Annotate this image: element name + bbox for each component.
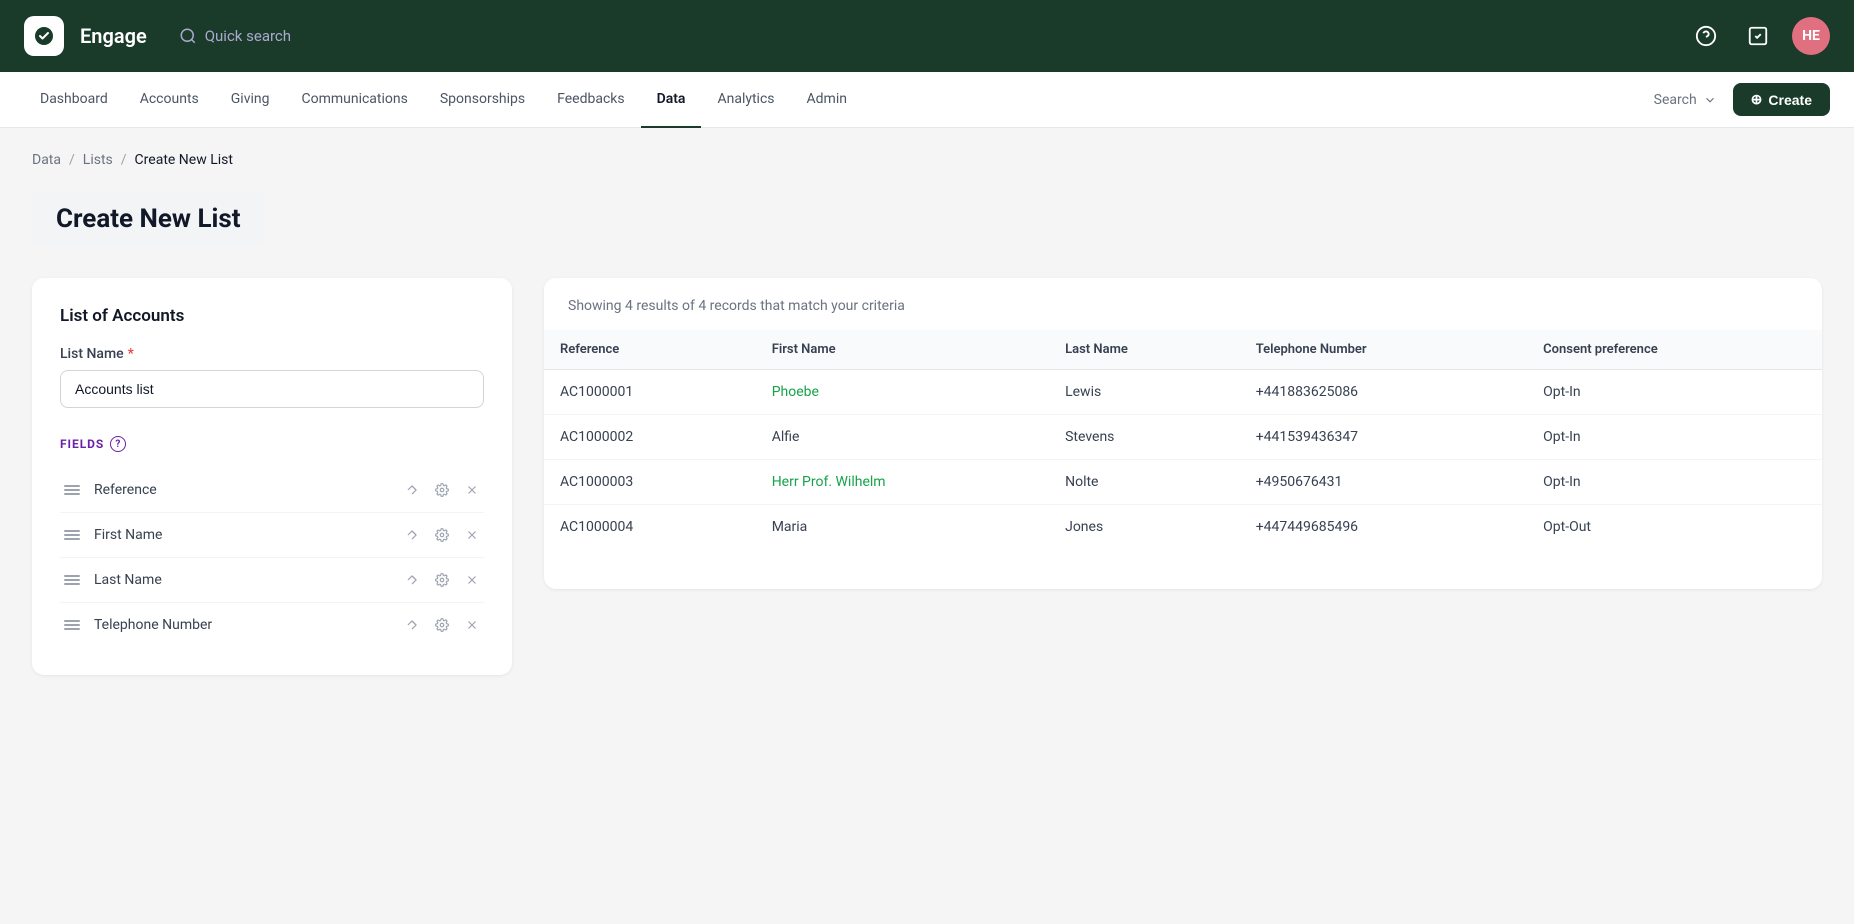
- cell-firstname-2: Alfie: [756, 415, 1049, 460]
- topbar: Engage Quick search HE: [0, 0, 1854, 72]
- field-row-telephone-number: Telephone Number: [60, 603, 484, 647]
- list-name-label: List Name *: [60, 346, 484, 362]
- remove-icon-first-name[interactable]: [460, 523, 484, 547]
- cell-consent-3: Opt-In: [1527, 460, 1822, 505]
- nav-item-data[interactable]: Data: [641, 72, 702, 128]
- sort-icon-telephone-number[interactable]: [400, 613, 424, 637]
- drag-handle-first-name[interactable]: [60, 528, 84, 542]
- field-row-last-name: Last Name: [60, 558, 484, 603]
- results-table: Reference First Name Last Name Telephone…: [544, 330, 1822, 549]
- cell-lastname-4: Jones: [1049, 505, 1240, 550]
- nav-item-communications[interactable]: Communications: [285, 72, 423, 128]
- settings-icon-first-name[interactable]: [430, 523, 454, 547]
- nav-search[interactable]: Search: [1654, 92, 1717, 108]
- cell-consent-4: Opt-Out: [1527, 505, 1822, 550]
- drag-handle-telephone-number[interactable]: [60, 618, 84, 632]
- col-header-first-name: First Name: [756, 330, 1049, 370]
- main-content: Data / Lists / Create New List Create Ne…: [0, 128, 1854, 699]
- remove-icon-last-name[interactable]: [460, 568, 484, 592]
- page-title: Create New List: [32, 192, 265, 246]
- cell-telephone-4: +447449685496: [1240, 505, 1527, 550]
- fields-label: FIELDS ?: [60, 436, 484, 452]
- field-actions-first-name: [400, 523, 484, 547]
- help-icon[interactable]: [1688, 18, 1724, 54]
- nav-item-admin[interactable]: Admin: [791, 72, 863, 128]
- results-summary: Showing 4 results of 4 records that matc…: [544, 278, 1822, 330]
- cell-consent-1: Opt-In: [1527, 370, 1822, 415]
- cell-lastname-1: Lewis: [1049, 370, 1240, 415]
- cell-telephone-3: +4950676431: [1240, 460, 1527, 505]
- remove-icon-reference[interactable]: [460, 478, 484, 502]
- cell-consent-2: Opt-In: [1527, 415, 1822, 460]
- field-name-last-name: Last Name: [94, 572, 390, 588]
- table-row: AC1000002 Alfie Stevens +441539436347 Op…: [544, 415, 1822, 460]
- panel-title: List of Accounts: [60, 306, 484, 326]
- breadcrumb-lists[interactable]: Lists: [83, 152, 113, 168]
- quick-search[interactable]: Quick search: [179, 27, 291, 45]
- field-actions-reference: [400, 478, 484, 502]
- table-row: AC1000001 Phoebe Lewis +441883625086 Opt…: [544, 370, 1822, 415]
- results-panel: Showing 4 results of 4 records that matc…: [544, 278, 1822, 589]
- nav-item-sponsorships[interactable]: Sponsorships: [424, 72, 541, 128]
- nav-item-feedbacks[interactable]: Feedbacks: [541, 72, 640, 128]
- cell-lastname-2: Stevens: [1049, 415, 1240, 460]
- content-grid: List of Accounts List Name * FIELDS ? Re…: [32, 278, 1822, 675]
- field-name-telephone-number: Telephone Number: [94, 617, 390, 633]
- drag-handle-last-name[interactable]: [60, 573, 84, 587]
- topbar-icons: HE: [1688, 17, 1830, 55]
- cell-telephone-1: +441883625086: [1240, 370, 1527, 415]
- fields-help-icon[interactable]: ?: [110, 436, 126, 452]
- sort-icon-last-name[interactable]: [400, 568, 424, 592]
- settings-icon-reference[interactable]: [430, 478, 454, 502]
- checklist-icon[interactable]: [1740, 18, 1776, 54]
- field-row-first-name: First Name: [60, 513, 484, 558]
- cell-firstname-1[interactable]: Phoebe: [756, 370, 1049, 415]
- cursor-area: [544, 549, 1822, 589]
- remove-icon-telephone-number[interactable]: [460, 613, 484, 637]
- table-header-row: Reference First Name Last Name Telephone…: [544, 330, 1822, 370]
- sort-icon-first-name[interactable]: [400, 523, 424, 547]
- breadcrumb: Data / Lists / Create New List: [32, 152, 1822, 168]
- field-actions-last-name: [400, 568, 484, 592]
- cell-reference-4: AC1000004: [544, 505, 756, 550]
- sort-icon-reference[interactable]: [400, 478, 424, 502]
- cell-telephone-2: +441539436347: [1240, 415, 1527, 460]
- table-row: AC1000003 Herr Prof. Wilhelm Nolte +4950…: [544, 460, 1822, 505]
- col-header-last-name: Last Name: [1049, 330, 1240, 370]
- breadcrumb-data[interactable]: Data: [32, 152, 61, 168]
- col-header-consent: Consent preference: [1527, 330, 1822, 370]
- drag-handle-reference[interactable]: [60, 483, 84, 497]
- cell-reference-3: AC1000003: [544, 460, 756, 505]
- nav-item-dashboard[interactable]: Dashboard: [24, 72, 124, 128]
- cell-lastname-3: Nolte: [1049, 460, 1240, 505]
- user-avatar[interactable]: HE: [1792, 17, 1830, 55]
- list-name-input[interactable]: [60, 370, 484, 408]
- app-name: Engage: [80, 24, 147, 48]
- cell-firstname-4: Maria: [756, 505, 1049, 550]
- create-button[interactable]: ⊕ Create: [1733, 83, 1830, 116]
- nav-item-accounts[interactable]: Accounts: [124, 72, 215, 128]
- field-row-reference: Reference: [60, 468, 484, 513]
- cell-reference-1: AC1000001: [544, 370, 756, 415]
- app-logo[interactable]: [24, 16, 64, 56]
- breadcrumb-current: Create New List: [135, 152, 233, 168]
- col-header-reference: Reference: [544, 330, 756, 370]
- table-row: AC1000004 Maria Jones +447449685496 Opt-…: [544, 505, 1822, 550]
- cell-firstname-3[interactable]: Herr Prof. Wilhelm: [756, 460, 1049, 505]
- required-indicator: *: [128, 346, 134, 362]
- nav-item-analytics[interactable]: Analytics: [701, 72, 790, 128]
- col-header-telephone: Telephone Number: [1240, 330, 1527, 370]
- left-panel: List of Accounts List Name * FIELDS ? Re…: [32, 278, 512, 675]
- nav-item-giving[interactable]: Giving: [215, 72, 286, 128]
- field-actions-telephone-number: [400, 613, 484, 637]
- cell-reference-2: AC1000002: [544, 415, 756, 460]
- field-name-reference: Reference: [94, 482, 390, 498]
- settings-icon-telephone-number[interactable]: [430, 613, 454, 637]
- settings-icon-last-name[interactable]: [430, 568, 454, 592]
- field-name-first-name: First Name: [94, 527, 390, 543]
- secondary-nav: Dashboard Accounts Giving Communications…: [0, 72, 1854, 128]
